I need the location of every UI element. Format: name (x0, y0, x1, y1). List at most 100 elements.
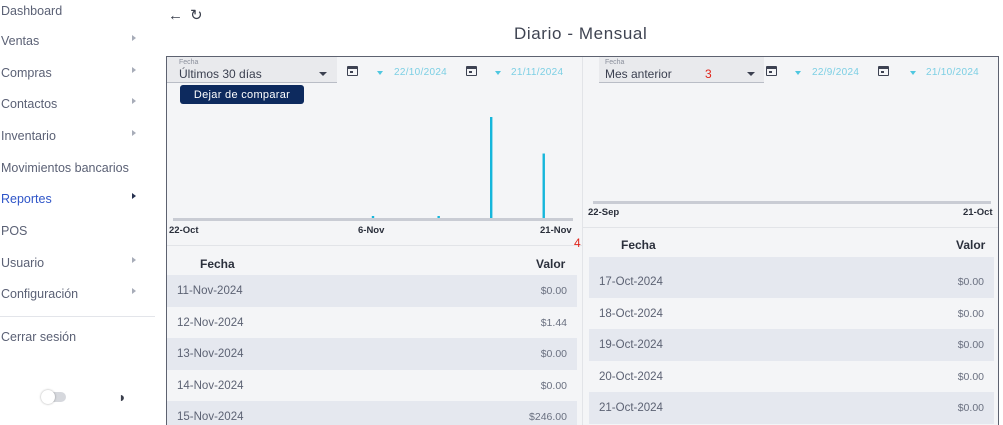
sidebar-item-contactos[interactable]: Contactos (0, 93, 155, 115)
period-select-left[interactable]: Fecha Últimos 30 días (167, 57, 337, 83)
table-row[interactable]: 15-Nov-2024 $246.00 (167, 401, 577, 425)
theme-toggle[interactable] (41, 390, 66, 404)
chevron-down-icon[interactable] (910, 71, 916, 75)
calendar-icon[interactable] (878, 66, 889, 76)
chevron-down-icon[interactable] (377, 71, 383, 75)
row-value: $1.44 (540, 316, 567, 329)
row-value: $0.00 (957, 370, 984, 383)
app-root: Dashboard Ventas Compras Contactos Inven… (0, 0, 1003, 425)
stop-compare-button[interactable]: Dejar de comparar (180, 85, 304, 104)
calendar-icon[interactable] (466, 66, 477, 76)
row-value: $0.00 (957, 402, 984, 415)
sidebar-item-label: Reportes (1, 192, 52, 206)
sidebar-item-label: Movimientos bancarios (1, 161, 129, 175)
end-date-value[interactable]: 21/10/2024 (926, 67, 979, 78)
row-value: $0.00 (957, 276, 984, 288)
start-date-value[interactable]: 22/9/2024 (812, 67, 859, 78)
sidebar-item-dashboard[interactable]: Dashboard (0, 0, 155, 22)
moon-icon[interactable]: ◗ (118, 390, 126, 404)
row-value: $0.00 (957, 307, 984, 320)
chart-bar[interactable] (490, 117, 493, 218)
row-value: $0.00 (540, 379, 567, 392)
chevron-right-icon (132, 288, 136, 294)
annotation-marker: 4 (574, 236, 581, 250)
chevron-right-icon (132, 130, 136, 136)
refresh-icon[interactable]: ↻ (190, 8, 203, 23)
table-row[interactable]: 19-Oct-2024 $0.00 (589, 329, 994, 362)
column-header-valor: Valor (956, 238, 986, 252)
row-value: $0.00 (957, 339, 984, 352)
row-date: 14-Nov-2024 (177, 379, 244, 392)
x-tick-label: 6-Nov (358, 225, 385, 236)
row-date: 19-Oct-2024 (599, 339, 663, 352)
column-divider (582, 57, 583, 425)
sidebar-item-label: Ventas (1, 34, 40, 48)
sidebar-item-pos[interactable]: POS (0, 220, 155, 242)
period-select-right[interactable]: Fecha Mes anterior (599, 57, 764, 83)
row-date: 21-Oct-2024 (599, 402, 663, 415)
chevron-right-icon (132, 98, 136, 104)
calendar-icon[interactable] (766, 66, 777, 76)
x-tick-label: 21-Nov (540, 225, 572, 236)
sidebar-item-label: Cerrar sesión (1, 330, 77, 344)
x-tick-label: 21-Oct (963, 207, 993, 218)
row-value: $0.00 (540, 285, 567, 297)
sidebar-item-label: Configuración (1, 287, 79, 301)
chevron-down-icon (319, 72, 327, 76)
sidebar-item-label: Contactos (1, 97, 58, 111)
table-row-partial (589, 257, 994, 266)
row-date: 15-Nov-2024 (177, 411, 244, 424)
table-row[interactable]: 12-Nov-2024 $1.44 (167, 307, 577, 339)
table-row[interactable]: 21-Oct-2024 $0.00 (589, 392, 994, 425)
chart-bar[interactable] (542, 153, 545, 218)
bar-chart-left (173, 117, 573, 221)
report-panel: Fecha Últimos 30 días 22/10/2024 21/11/2… (166, 56, 999, 425)
x-tick-label: 22-Sep (588, 207, 620, 218)
x-axis-baseline (593, 201, 991, 204)
back-arrow-icon[interactable]: ← (168, 8, 183, 23)
sidebar-item-cerrar-sesion[interactable]: Cerrar sesión (0, 326, 155, 348)
sidebar-item-configuracion[interactable]: Configuración (0, 283, 155, 305)
bar-chart-right (593, 201, 991, 204)
chevron-down-icon[interactable] (795, 71, 801, 75)
table-row[interactable]: 17-Oct-2024 $0.00 (589, 266, 994, 298)
end-date-value[interactable]: 21/11/2024 (511, 67, 563, 78)
sidebar-item-label: Usuario (1, 256, 45, 270)
sidebar-item-label: Compras (1, 66, 52, 80)
column-header-valor: Valor (536, 257, 566, 271)
annotation-marker: 3 (705, 67, 712, 81)
start-date-value[interactable]: 22/10/2024 (394, 67, 447, 78)
table-row[interactable]: 20-Oct-2024 $0.00 (589, 361, 994, 393)
sidebar-item-label: Inventario (1, 129, 56, 143)
row-date: 12-Nov-2024 (177, 316, 244, 329)
row-value: $246.00 (529, 411, 567, 424)
row-date: 11-Nov-2024 (177, 285, 243, 297)
table-row[interactable]: 11-Nov-2024 $0.00 (167, 275, 577, 307)
table-row[interactable]: 18-Oct-2024 $0.00 (589, 298, 994, 330)
sidebar-item-usuario[interactable]: Usuario (0, 252, 155, 274)
sidebar-divider (0, 316, 155, 317)
chevron-right-icon (132, 67, 136, 73)
table-row[interactable]: 14-Nov-2024 $0.00 (167, 370, 577, 402)
sidebar-item-label: POS (1, 224, 28, 238)
sidebar-item-label: Dashboard (1, 4, 63, 18)
chevron-down-icon[interactable] (495, 71, 501, 75)
sidebar-item-reportes[interactable]: Reportes (0, 188, 155, 210)
period-select-label: Fecha (605, 59, 625, 66)
period-select-value: Mes anterior (605, 67, 672, 81)
period-select-value: Últimos 30 días (179, 67, 262, 81)
column-header-fecha: Fecha (621, 238, 656, 252)
table-separator (583, 227, 998, 228)
chart-bar[interactable] (437, 216, 440, 218)
sidebar-item-ventas[interactable]: Ventas (0, 30, 155, 52)
row-date: 17-Oct-2024 (599, 276, 663, 288)
column-header-fecha: Fecha (200, 257, 235, 271)
toggle-knob (41, 390, 55, 404)
chart-bar[interactable] (371, 216, 375, 218)
sidebar-item-compras[interactable]: Compras (0, 62, 155, 84)
sidebar-item-inventario[interactable]: Inventario (0, 125, 155, 147)
row-date: 13-Nov-2024 (177, 348, 244, 361)
table-row[interactable]: 13-Nov-2024 $0.00 (167, 338, 577, 371)
calendar-icon[interactable] (347, 66, 358, 76)
sidebar-item-movimientos-bancarios[interactable]: Movimientos bancarios (0, 157, 155, 179)
